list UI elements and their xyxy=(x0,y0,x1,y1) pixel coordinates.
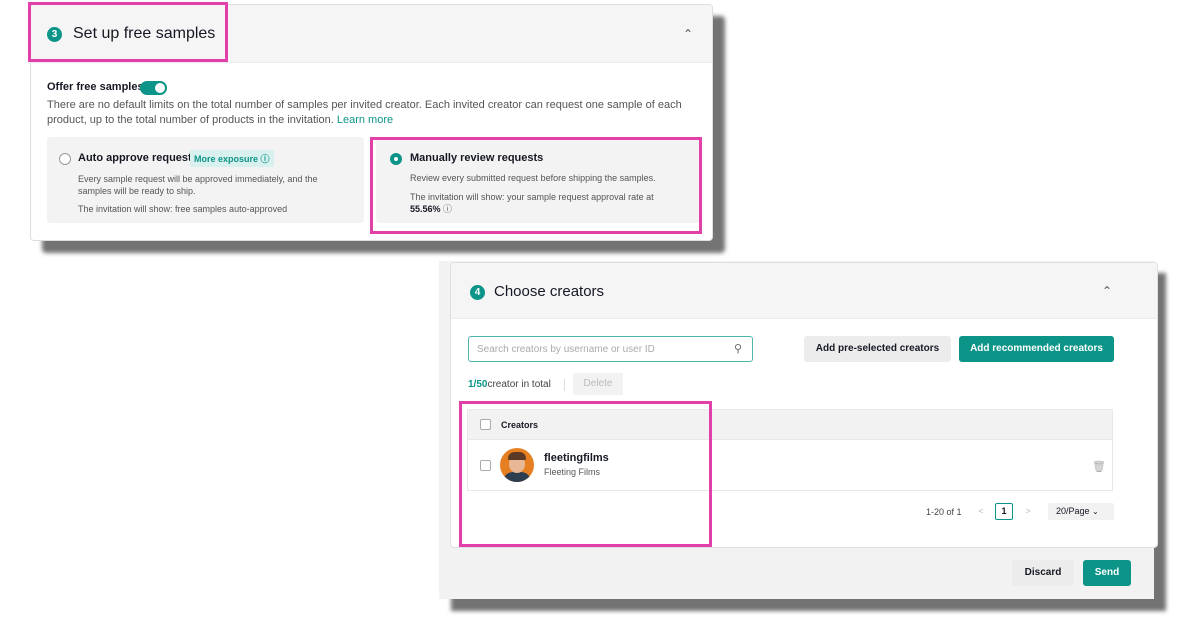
samples-description: There are no default limits on the total… xyxy=(47,98,707,128)
page-size-value: 20/Page xyxy=(1056,506,1090,516)
creator-search-field[interactable]: ⚲ xyxy=(468,336,753,362)
creators-header[interactable]: 4 Choose creators ⌃ xyxy=(451,263,1157,319)
option-text: Every sample request will be approved im… xyxy=(78,174,318,196)
step-badge: 4 xyxy=(470,285,485,300)
highlight-box xyxy=(459,401,712,547)
divider xyxy=(564,379,565,391)
offer-free-samples-label: Offer free samples xyxy=(47,81,144,93)
creators-title: Choose creators xyxy=(494,283,605,300)
chevron-up-icon[interactable]: ⌃ xyxy=(1102,284,1112,298)
creator-count-value: 1/50 xyxy=(468,379,488,390)
auto-approve-option[interactable]: Auto approve requests More exposure ⓘ Ev… xyxy=(47,137,364,223)
option-title: Auto approve requests xyxy=(78,152,198,164)
page-number-button[interactable]: 1 xyxy=(995,503,1013,520)
trash-icon[interactable]: 🗑 xyxy=(1092,460,1106,473)
page-size-select[interactable]: 20/Page ⌄ xyxy=(1048,503,1114,520)
delete-button[interactable]: Delete xyxy=(573,373,623,395)
add-recommended-button[interactable]: Add recommended creators xyxy=(959,336,1114,362)
creator-count-label: creator in total xyxy=(487,379,551,390)
highlight-box xyxy=(370,137,702,234)
creator-count: 1/50creator in total xyxy=(468,379,551,390)
offer-free-samples-toggle[interactable] xyxy=(140,81,167,95)
learn-more-link[interactable]: Learn more xyxy=(337,114,393,126)
auto-approve-radio[interactable] xyxy=(59,153,71,165)
toggle-knob xyxy=(155,83,165,93)
chevron-down-icon: ⌄ xyxy=(1092,507,1099,516)
chevron-up-icon[interactable]: ⌃ xyxy=(683,27,693,41)
search-icon[interactable]: ⚲ xyxy=(734,342,742,355)
send-button[interactable]: Send xyxy=(1083,560,1131,586)
option-note: The invitation will show: free samples a… xyxy=(78,204,288,214)
add-preselected-button[interactable]: Add pre-selected creators xyxy=(804,336,951,362)
prev-page-icon[interactable]: < xyxy=(973,503,989,519)
pagination-range: 1-20 of 1 xyxy=(926,507,962,517)
search-input[interactable] xyxy=(477,341,717,357)
badge-label: More exposure xyxy=(194,154,259,164)
discard-button[interactable]: Discard xyxy=(1012,560,1074,586)
next-page-icon[interactable]: > xyxy=(1020,503,1036,519)
help-icon: ⓘ xyxy=(260,154,270,164)
highlight-box xyxy=(28,2,228,62)
more-exposure-badge: More exposure ⓘ xyxy=(190,150,274,167)
